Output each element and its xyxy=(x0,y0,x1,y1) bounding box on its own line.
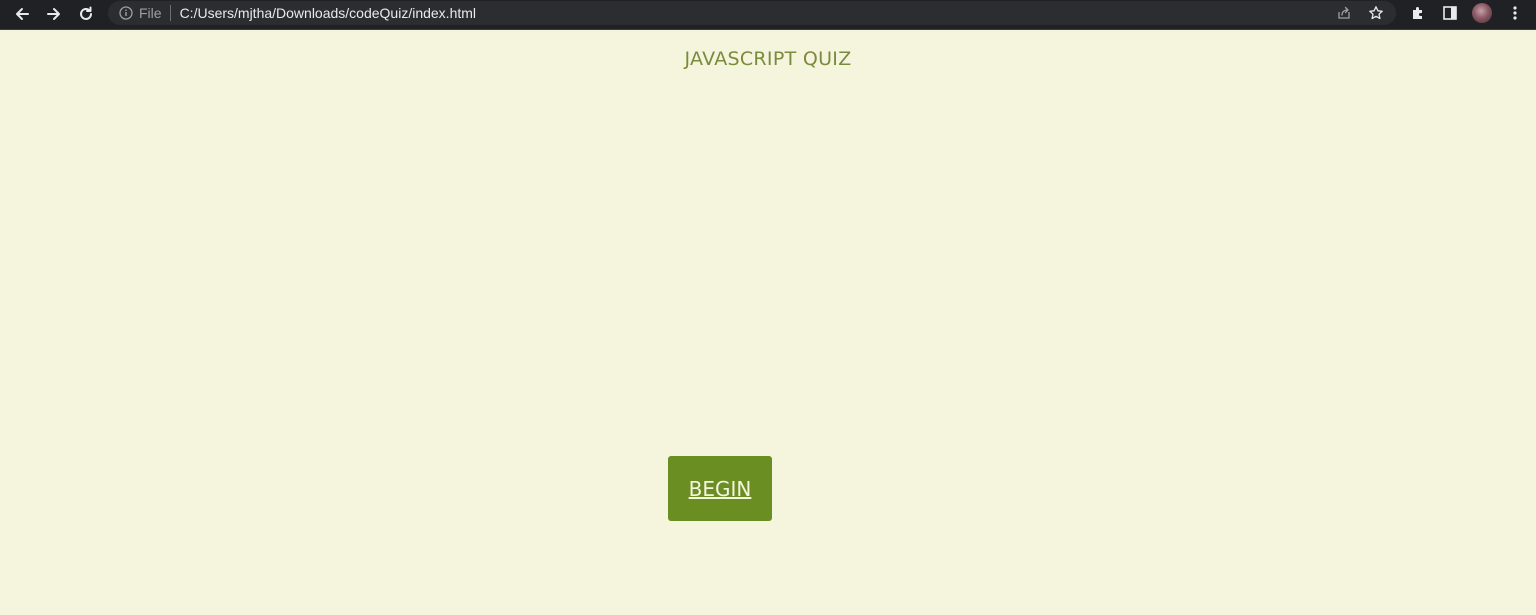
puzzle-icon[interactable] xyxy=(1403,0,1433,26)
avatar[interactable] xyxy=(1467,0,1497,26)
forward-arrow-icon[interactable] xyxy=(39,0,69,28)
browser-toolbar: File C:/Users/mjtha/Downloads/codeQuiz/i… xyxy=(0,0,1536,30)
address-bar[interactable]: File C:/Users/mjtha/Downloads/codeQuiz/i… xyxy=(108,1,1396,25)
scheme-label: File xyxy=(139,5,171,21)
side-panel-icon[interactable] xyxy=(1435,0,1465,26)
reload-icon[interactable] xyxy=(71,0,101,28)
share-icon[interactable] xyxy=(1328,1,1360,25)
info-icon[interactable] xyxy=(119,6,133,20)
back-arrow-icon[interactable] xyxy=(7,0,37,28)
star-icon[interactable] xyxy=(1360,1,1392,25)
page-title: JAVASCRIPT QUIZ xyxy=(684,48,852,70)
url-text[interactable]: C:/Users/mjtha/Downloads/codeQuiz/index.… xyxy=(180,5,476,21)
kebab-menu-icon[interactable] xyxy=(1500,0,1530,26)
begin-button[interactable]: BEGIN xyxy=(668,456,772,521)
